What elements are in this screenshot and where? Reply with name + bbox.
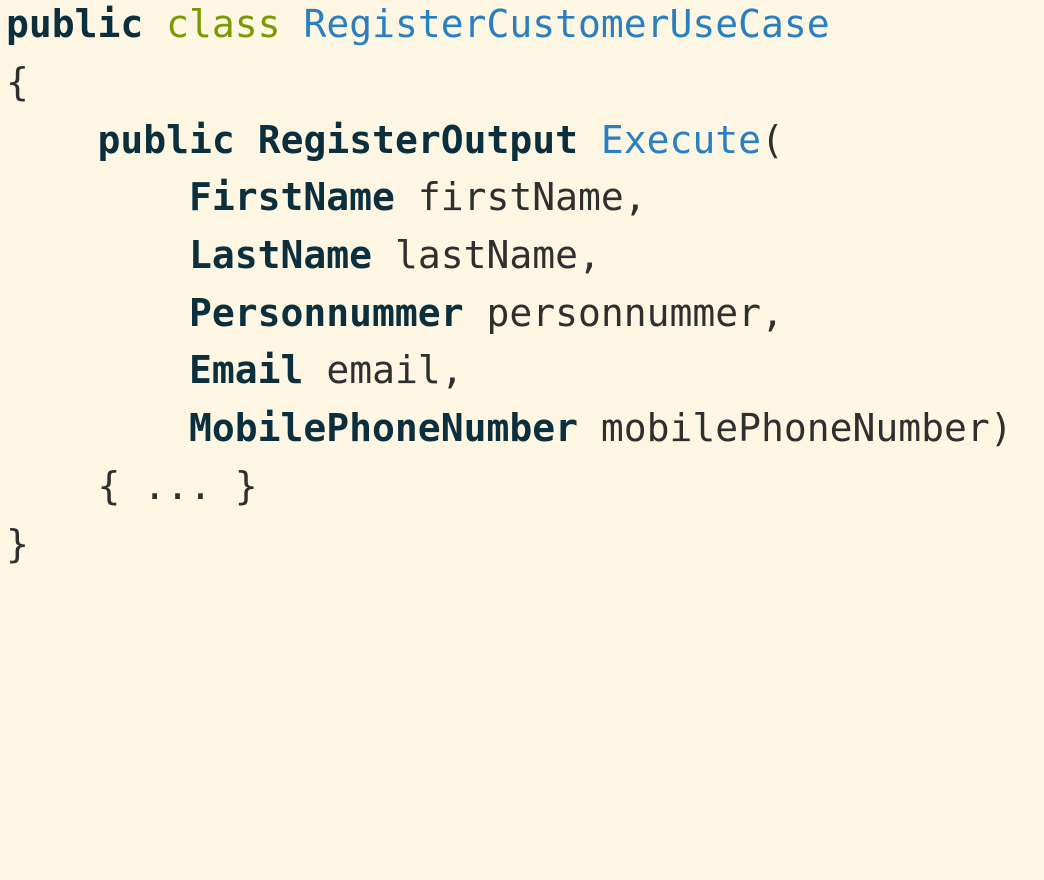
param-name: email <box>326 348 441 392</box>
param-type: Email <box>189 348 304 392</box>
param-type: Personnummer <box>189 291 464 335</box>
keyword-class: class <box>166 2 281 46</box>
param-type: MobilePhoneNumber <box>189 406 578 450</box>
code-line-param-mobilephonenumber: MobilePhoneNumber mobilePhoneNumber) <box>6 399 1013 457</box>
code-line-param-email: Email email, <box>6 341 464 399</box>
open-brace: { <box>6 60 29 104</box>
comma: , <box>577 233 601 277</box>
param-name: personnummer <box>486 291 762 335</box>
code-line-param-personnummer: Personnummer personnummer, <box>6 284 784 342</box>
keyword-public: public <box>6 2 144 46</box>
close-paren: ) <box>989 406 1013 450</box>
code-line-param-lastname: LastName lastName, <box>6 226 601 284</box>
keyword-public: public <box>97 118 235 162</box>
code-line-method-signature: public RegisterOutput Execute( <box>6 111 784 169</box>
comma: , <box>440 348 464 392</box>
method-name: Execute <box>600 118 762 162</box>
param-name: mobilePhoneNumber <box>600 406 990 450</box>
open-paren: ( <box>761 118 784 162</box>
param-name: firstName <box>417 175 624 219</box>
code-line-method-body: { ... } <box>6 457 258 515</box>
code-snippet: public class RegisterCustomerUseCase { p… <box>0 0 1044 578</box>
code-line-param-firstname: FirstName firstName, <box>6 168 647 226</box>
close-brace: } <box>6 522 29 566</box>
class-name: RegisterCustomerUseCase <box>303 2 830 46</box>
param-type: LastName <box>189 233 373 277</box>
comma: , <box>761 291 784 335</box>
code-line-class-close-brace: } <box>6 515 29 573</box>
comma: , <box>623 175 647 219</box>
code-line-class-open-brace: { <box>6 53 29 111</box>
code-line-class-declaration: public class RegisterCustomerUseCase <box>6 0 830 53</box>
param-name: lastName <box>394 233 578 277</box>
param-type: FirstName <box>189 175 395 219</box>
method-body-placeholder: { ... } <box>97 464 258 508</box>
return-type: RegisterOutput <box>257 118 578 162</box>
